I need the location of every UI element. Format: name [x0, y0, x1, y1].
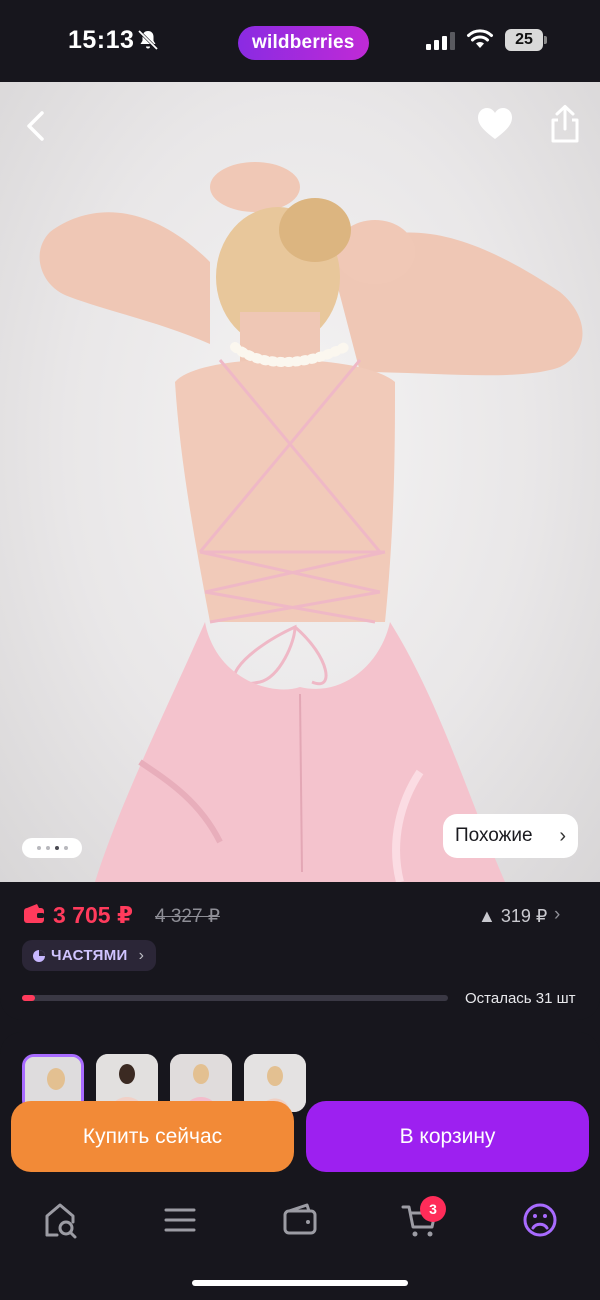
status-time: 15:13: [68, 26, 135, 54]
installment-badge[interactable]: ЧАСТЯМИ ›: [22, 940, 156, 971]
stock-remaining: Осталась 31 шт: [465, 990, 576, 1007]
favorite-heart-icon[interactable]: [476, 106, 514, 142]
price-section: 3 705 ₽ 4 327 ₽ ▲ 319 ₽ › ЧАСТЯМИ › Оста…: [0, 882, 600, 1020]
image-pagination: [22, 838, 82, 858]
battery-icon: 25: [505, 29, 543, 51]
signal-icon: [426, 32, 455, 50]
share-icon[interactable]: [548, 104, 582, 144]
profile-icon[interactable]: [520, 1200, 560, 1240]
add-to-cart-button[interactable]: В корзину: [306, 1101, 589, 1172]
installment-label: ЧАСТЯМИ: [51, 947, 128, 964]
product-image[interactable]: Похожие ›: [0, 82, 600, 882]
pagination-dot: [45, 846, 50, 850]
wifi-icon: [467, 29, 493, 48]
pagination-dot: [63, 846, 68, 850]
stock-progress-bar: [22, 995, 448, 1001]
stock-progress-fill: [22, 995, 35, 1001]
pie-chart-icon: [33, 949, 45, 962]
wallet-nav-icon[interactable]: [280, 1200, 320, 1240]
pagination-dot-active: [54, 846, 59, 850]
cart-count-badge: 3: [420, 1196, 446, 1222]
back-button[interactable]: [18, 108, 54, 144]
home-search-icon[interactable]: [40, 1200, 80, 1240]
similar-label: Похожие: [455, 825, 533, 846]
chevron-right-icon: ›: [559, 825, 566, 847]
price-difference[interactable]: ▲ 319 ₽: [478, 906, 547, 927]
battery-tip: [544, 36, 547, 44]
bell-muted-icon: [137, 29, 159, 51]
similar-button[interactable]: Похожие ›: [443, 814, 578, 858]
chevron-right-icon: ›: [138, 946, 144, 964]
chevron-right-icon[interactable]: ›: [554, 904, 560, 926]
menu-icon[interactable]: [160, 1200, 200, 1240]
home-indicator: [192, 1280, 408, 1286]
wallet-icon: [24, 904, 44, 923]
current-price: 3 705 ₽: [53, 902, 133, 928]
buy-now-button[interactable]: Купить сейчас: [11, 1101, 294, 1172]
brand-logo: wildberries: [238, 26, 369, 60]
old-price: 4 327 ₽: [155, 906, 220, 927]
pagination-dot: [36, 846, 41, 850]
status-bar: 15:13 wildberries 25: [0, 0, 600, 82]
product-photo: [39, 162, 583, 882]
